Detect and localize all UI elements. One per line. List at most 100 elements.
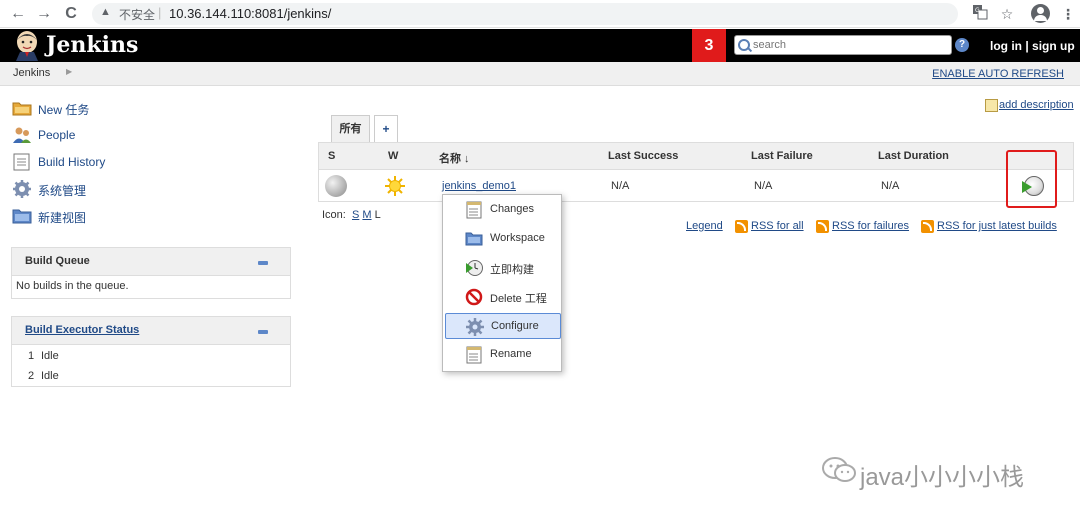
last-duration-value: N/A [881,180,900,192]
jenkins-butler-icon[interactable] [12,30,42,61]
executor-status-title[interactable]: Build Executor Status [25,324,139,336]
sidebar-item-label[interactable]: 新建视图 [38,209,86,226]
icon-size-selector: Icon: S M L [322,209,381,221]
sidebar-item-label[interactable]: New 任务 [38,101,89,118]
svg-text:G: G [975,7,980,14]
legend-link[interactable]: Legend [686,220,723,232]
menu-item-configure[interactable]: Configure [445,313,561,339]
watermark-text: java小小小小栈 [860,464,1025,491]
search-box[interactable] [734,35,952,55]
tab-add-view[interactable]: + [374,115,398,142]
icon-size-medium[interactable]: M [362,209,371,221]
executor-status-pane: Build Executor Status 1 Idle 2 Idle [11,316,291,387]
build-count-badge[interactable]: 3 [692,29,726,62]
rss-icon [816,220,829,233]
menu-item-label: Delete 工程 [490,293,547,305]
menu-item-label: Workspace [490,232,545,244]
address-bar[interactable]: ▲ 不安全 | 10.36.144.110:8081/jenkins/ [92,3,958,25]
menu-item-label: Rename [490,348,532,360]
wechat-icon [822,457,856,482]
collapse-icon[interactable] [258,330,268,334]
menu-item-label: Configure [491,320,539,332]
forward-icon[interactable]: → [34,4,54,24]
add-description-link[interactable]: add description [999,99,1074,111]
rss-latest-link[interactable]: RSS for just latest builds [937,220,1057,232]
icon-size-large: L [374,209,381,221]
build-queue-title: Build Queue [25,255,90,267]
breadcrumb: Jenkins ▶ ENABLE AUTO REFRESH [0,62,1080,86]
column-status[interactable]: S [328,150,335,162]
job-link[interactable]: jenkins_demo1 [442,180,516,192]
executor-row: 1 Idle [12,349,290,369]
people-icon [13,127,31,143]
clock-play-icon [466,260,483,276]
menu-item-changes[interactable]: Changes [445,197,561,223]
tab-all[interactable]: 所有 [331,115,370,142]
sidebar-item-label[interactable]: Build History [38,155,105,169]
rss-failures-link[interactable]: RSS for failures [832,220,909,232]
menu-item-label: Changes [490,203,535,215]
login-link[interactable]: log in | sign up [990,39,1075,53]
browser-toolbar: ← → C ▲ 不安全 | 10.36.144.110:8081/jenkins… [0,0,1080,28]
rss-icon [735,220,748,233]
executor-status-header: Build Executor Status [12,317,290,345]
rss-all-link[interactable]: RSS for all [751,220,804,232]
job-context-menu: Changes Workspace 立即构建 Delete 工程 Configu… [442,194,562,372]
edit-icon [985,99,998,112]
warning-icon: ▲ [100,6,111,18]
translate-icon[interactable]: G [970,4,990,24]
table-header: S W 名称 ↓ Last Success Last Failure Last … [319,143,1073,170]
no-entry-icon [465,288,483,306]
avatar-icon[interactable] [1031,4,1050,23]
menu-item-workspace[interactable]: Workspace [445,226,561,252]
notepad-icon [13,153,30,171]
column-last-failure[interactable]: Last Failure [751,150,813,162]
menu-item-delete[interactable]: Delete 工程 [445,284,561,310]
url-separator: | [158,5,162,20]
weather-sunny-icon [385,176,405,196]
last-success-value: N/A [611,180,630,192]
gear-icon [466,318,484,336]
reload-icon[interactable]: C [61,4,81,24]
back-icon[interactable]: ← [8,4,28,24]
breadcrumb-arrow-icon[interactable]: ▶ [66,67,72,76]
column-last-success[interactable]: Last Success [608,150,678,162]
search-icon [738,39,750,51]
gear-icon [13,180,31,198]
notepad-icon [466,201,482,219]
schedule-build-icon[interactable] [1022,176,1044,196]
jenkins-logo-text[interactable]: Jenkins [46,32,138,58]
collapse-icon[interactable] [258,261,268,265]
sidebar-item-label[interactable]: People [38,128,75,142]
notepad-icon [466,346,482,364]
jobs-table: S W 名称 ↓ Last Success Last Failure Last … [318,142,1074,202]
search-input[interactable] [753,37,943,53]
column-weather[interactable]: W [388,150,398,162]
star-icon[interactable]: ☆ [997,4,1017,24]
executor-status: Idle [41,370,59,382]
enable-auto-refresh-link[interactable]: ENABLE AUTO REFRESH [932,68,1064,80]
more-menu-icon[interactable]: ⋮ [1058,4,1078,24]
jenkins-header: Jenkins 3 ? log in | sign up [0,29,1080,62]
build-queue-header: Build Queue [12,248,290,276]
last-failure-value: N/A [754,180,773,192]
breadcrumb-jenkins[interactable]: Jenkins [13,67,50,79]
folder-icon [465,232,483,246]
executor-status: Idle [41,350,59,362]
status-ball-icon [325,175,347,197]
help-icon[interactable]: ? [955,38,969,52]
column-name[interactable]: 名称 ↓ [439,150,470,166]
icon-size-label: Icon: [322,209,346,221]
build-queue-pane: Build Queue No builds in the queue. [11,247,291,299]
folder-icon [12,209,32,224]
executor-row: 2 Idle [12,369,290,389]
icon-size-small[interactable]: S [352,209,359,221]
url-text[interactable]: 10.36.144.110:8081/jenkins/ [169,6,331,21]
menu-item-build-now[interactable]: 立即构建 [445,255,561,281]
menu-item-label: 立即构建 [490,264,534,276]
menu-item-rename[interactable]: Rename [445,342,561,368]
sidebar-item-label[interactable]: 系统管理 [38,182,86,199]
column-last-duration[interactable]: Last Duration [878,150,949,162]
executor-number: 1 [28,350,35,362]
folder-icon [12,102,32,116]
